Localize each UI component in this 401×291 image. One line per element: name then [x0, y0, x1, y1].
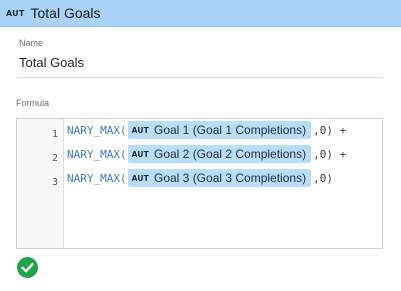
formula-line[interactable]: NARY_MAX( AUT Goal 1 (Goal 1 Completions…: [67, 121, 346, 139]
metric-chip[interactable]: AUT Goal 2 (Goal 2 Completions): [127, 145, 312, 163]
formula-editor[interactable]: 1 2 3 NARY_MAX( AUT Goal 1 (Goal 1 Compl…: [16, 118, 383, 249]
metric-chip-label: Goal 3 (Goal 3 Completions): [154, 171, 307, 185]
formula-label: Formula: [16, 98, 50, 108]
formula-line[interactable]: NARY_MAX( AUT Goal 2 (Goal 2 Completions…: [67, 145, 346, 163]
name-label: Name: [19, 38, 44, 48]
metric-chip[interactable]: AUT Goal 1 (Goal 1 Completions): [127, 121, 312, 139]
metric-chip-label: Goal 2 (Goal 2 Completions): [154, 147, 307, 161]
name-field[interactable]: Total Goals: [19, 55, 84, 70]
aut-type-icon: AUT: [131, 149, 149, 159]
check-circle-icon: [17, 257, 38, 278]
formula-suffix: ,0): [313, 171, 333, 185]
panel-header: AUT Total Goals: [0, 0, 401, 27]
formula-suffix: ,0) +: [313, 123, 347, 137]
line-number: 1: [51, 129, 58, 140]
function-name: NARY_MAX(: [67, 123, 127, 137]
aut-type-icon: AUT: [131, 125, 149, 135]
metric-chip[interactable]: AUT Goal 3 (Goal 3 Completions): [127, 169, 312, 187]
line-number: 2: [51, 153, 58, 164]
function-name: NARY_MAX(: [67, 147, 127, 161]
function-name: NARY_MAX(: [67, 171, 127, 185]
calculated-metric-panel: AUT Total Goals Name Total Goals Formula…: [0, 0, 401, 291]
name-field-underline: [17, 77, 383, 78]
aut-type-icon: AUT: [6, 8, 25, 18]
panel-title: Total Goals: [30, 5, 101, 21]
line-number: 3: [51, 177, 58, 188]
formula-line[interactable]: NARY_MAX( AUT Goal 3 (Goal 3 Completions…: [67, 169, 333, 187]
metric-chip-label: Goal 1 (Goal 1 Completions): [154, 123, 307, 137]
aut-type-icon: AUT: [131, 173, 149, 183]
formula-suffix: ,0) +: [313, 147, 347, 161]
line-number-gutter: 1 2 3: [17, 119, 64, 248]
